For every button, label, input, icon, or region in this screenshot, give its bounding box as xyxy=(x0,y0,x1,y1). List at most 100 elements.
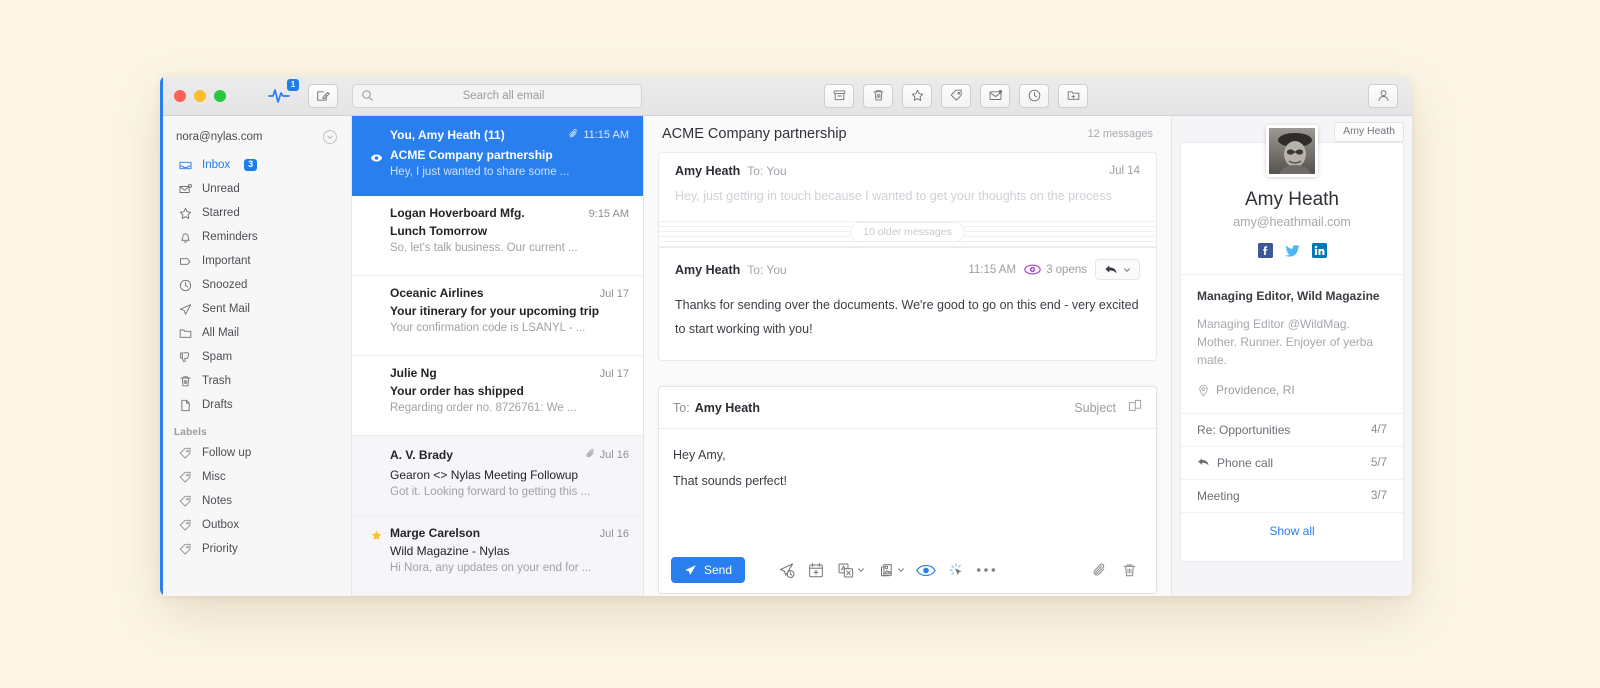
move-to-folder-button[interactable] xyxy=(1058,83,1088,108)
sidebar-label-notes[interactable]: Notes xyxy=(160,489,351,513)
mail-list-item[interactable]: A. V. Brady Jul 16 Gearon <> Nylas Meeti… xyxy=(352,436,643,516)
contact-profile-button[interactable] xyxy=(1368,83,1398,108)
mail-list-item[interactable]: Julie Ng Jul 17 Your order has shipped R… xyxy=(352,356,643,436)
sidebar-item-label: Important xyxy=(202,255,251,267)
thread-header: ACME Company partnership 12 messages xyxy=(644,116,1171,152)
sidebar-label-priority[interactable]: Priority xyxy=(160,537,351,561)
send-button[interactable]: Send xyxy=(671,557,746,583)
insert-availability-button[interactable] xyxy=(801,557,831,583)
sidebar-item-inbox[interactable]: Inbox 3 xyxy=(160,153,351,177)
close-window-button[interactable] xyxy=(174,89,186,102)
mail-subject: Wild Magazine - Nylas xyxy=(390,544,510,558)
contact-selector-pill[interactable]: Amy Heath xyxy=(1334,122,1404,142)
link-tracking-toggle[interactable] xyxy=(941,557,971,583)
sidebar-item-sent-mail[interactable]: Sent Mail xyxy=(160,297,351,321)
mail-list-item[interactable]: Logan Hoverboard Mfg. 9:15 AM Lunch Tomo… xyxy=(352,196,643,276)
chevron-down-icon[interactable] xyxy=(323,130,337,144)
send-later-button[interactable] xyxy=(771,557,801,583)
tag-icon xyxy=(950,89,962,101)
label-button[interactable] xyxy=(941,83,971,108)
reply-arrow-icon xyxy=(1197,456,1210,470)
sidebar-item-label: Unread xyxy=(202,183,240,195)
read-receipts-toggle[interactable] xyxy=(911,557,941,583)
sidebar-item-all-mail[interactable]: All Mail xyxy=(160,321,351,345)
twitter-icon[interactable] xyxy=(1284,243,1300,258)
mail-sender: You, Amy Heath (11) xyxy=(390,128,505,142)
linkedin-icon[interactable] xyxy=(1311,243,1327,258)
mark-unread-button[interactable] xyxy=(980,83,1010,108)
snooze-button[interactable] xyxy=(1019,83,1049,108)
sidebar-label-misc[interactable]: Misc xyxy=(160,465,351,489)
discard-draft-button[interactable] xyxy=(1114,557,1144,583)
sidebar-item-spam[interactable]: Spam xyxy=(160,345,351,369)
sidebar-item-drafts[interactable]: Drafts xyxy=(160,393,351,417)
attachment-paperclip-icon xyxy=(1093,563,1104,576)
tag-icon xyxy=(178,494,193,509)
search-input[interactable] xyxy=(374,89,633,102)
more-options-button[interactable] xyxy=(971,557,1001,583)
attachment-paperclip-icon xyxy=(568,126,579,144)
delete-button[interactable] xyxy=(863,83,893,108)
more-options-icon xyxy=(977,568,996,572)
sidebar-item-snoozed[interactable]: Snoozed xyxy=(160,273,351,297)
mail-list-item[interactable]: Marge Carelson Jul 16 Wild Magazine - Ny… xyxy=(352,516,643,596)
translate-button[interactable] xyxy=(831,557,871,583)
read-receipt-eye-icon xyxy=(916,564,936,576)
composer-subject-field[interactable]: Subject xyxy=(1074,401,1116,415)
templates-button[interactable] xyxy=(871,557,911,583)
contact-topic-row[interactable]: Phone call 5/7 xyxy=(1181,447,1403,480)
older-messages-divider[interactable]: 10 older messages xyxy=(658,217,1157,247)
star-button[interactable] xyxy=(902,83,932,108)
sidebar-item-trash[interactable]: Trash xyxy=(160,369,351,393)
message-sender: Amy Heath xyxy=(675,164,741,178)
star-icon[interactable] xyxy=(370,529,383,547)
attach-file-button[interactable] xyxy=(1084,557,1114,583)
search-bar[interactable] xyxy=(352,83,642,108)
folder-icon xyxy=(178,326,193,341)
popout-composer-icon[interactable] xyxy=(1128,399,1142,417)
mail-list-item[interactable]: Oceanic Airlines Jul 17 Your itinerary f… xyxy=(352,276,643,356)
message-header: Amy Heath To: You 11:15 AM 3 opens xyxy=(659,248,1156,283)
mail-list[interactable]: You, Amy Heath (11) 11:15 AM ACME Compan… xyxy=(352,116,644,596)
compose-button[interactable] xyxy=(308,83,338,108)
open-tracking-indicator[interactable]: 3 opens xyxy=(1024,264,1087,276)
activity-pulse-button[interactable]: 1 xyxy=(268,78,299,105)
message-collapsed[interactable]: Amy Heath To: You Jul 14 Hey, just getti… xyxy=(658,152,1157,217)
older-messages-label[interactable]: 10 older messages xyxy=(850,222,965,242)
message-expanded: Amy Heath To: You 11:15 AM 3 opens Thank… xyxy=(658,247,1157,361)
message-date: Jul 14 xyxy=(1109,165,1140,177)
sidebar-item-important[interactable]: Important xyxy=(160,249,351,273)
archive-button[interactable] xyxy=(824,83,854,108)
composer-to-recipient[interactable]: Amy Heath xyxy=(695,401,760,415)
facebook-icon[interactable] xyxy=(1257,243,1273,258)
sidebar-label-follow-up[interactable]: Follow up xyxy=(160,441,351,465)
sidebar-label-text: Follow up xyxy=(202,447,252,459)
maximize-window-button[interactable] xyxy=(214,89,226,102)
send-later-icon xyxy=(779,562,795,578)
tag-icon xyxy=(178,542,193,557)
mail-sender: Marge Carelson xyxy=(390,526,481,540)
composer-body[interactable]: Hey Amy, That sounds perfect! xyxy=(659,429,1156,547)
mail-sender: Logan Hoverboard Mfg. xyxy=(390,206,525,220)
contact-job-title: Managing Editor, Wild Magazine xyxy=(1197,289,1380,303)
mail-subject: Your order has shipped xyxy=(390,384,524,398)
avatar[interactable] xyxy=(1266,125,1318,177)
sidebar-item-starred[interactable]: Starred xyxy=(160,201,351,225)
thread-subject: ACME Company partnership xyxy=(662,126,847,142)
bell-icon xyxy=(178,230,193,245)
thread-messages[interactable]: Amy Heath To: You Jul 14 Hey, just getti… xyxy=(644,152,1171,386)
contact-topic-row[interactable]: Re: Opportunities 4/7 xyxy=(1181,414,1403,447)
sidebar-label-outbox[interactable]: Outbox xyxy=(160,513,351,537)
sidebar-item-reminders[interactable]: Reminders xyxy=(160,225,351,249)
mail-subject: Gearon <> Nylas Meeting Followup xyxy=(390,468,579,482)
contact-topic-row[interactable]: Meeting 3/7 xyxy=(1181,480,1403,513)
composer-toolbar: Send xyxy=(659,547,1156,593)
mail-list-item[interactable]: You, Amy Heath (11) 11:15 AM ACME Compan… xyxy=(352,116,643,196)
send-button-label: Send xyxy=(704,563,733,577)
minimize-window-button[interactable] xyxy=(194,89,206,102)
reply-button[interactable] xyxy=(1095,259,1140,280)
account-switcher[interactable]: nora@nylas.com xyxy=(160,126,351,148)
show-all-link[interactable]: Show all xyxy=(1181,513,1403,549)
sidebar-item-unread[interactable]: Unread xyxy=(160,177,351,201)
sidebar-item-label: Spam xyxy=(202,351,233,363)
